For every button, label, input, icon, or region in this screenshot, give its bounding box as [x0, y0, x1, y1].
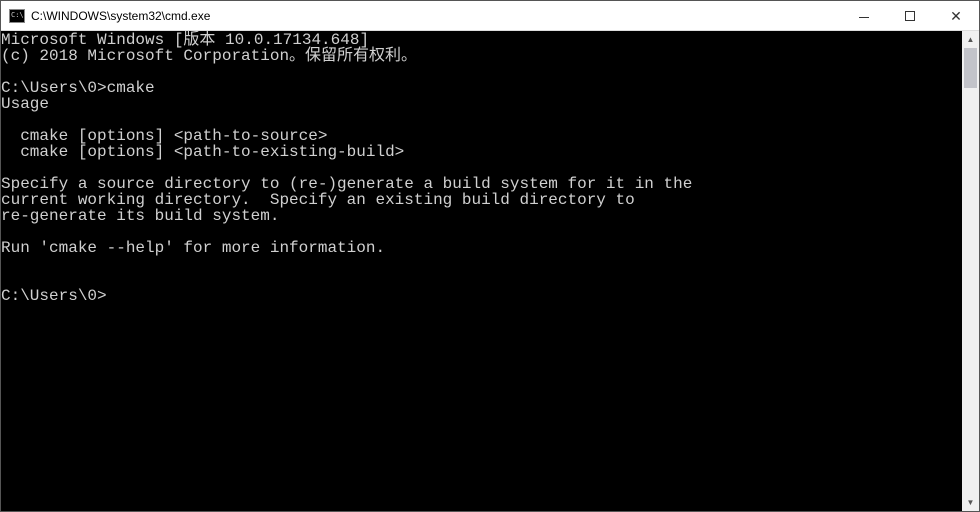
window-title: C:\WINDOWS\system32\cmd.exe	[31, 9, 210, 23]
console-output[interactable]: Microsoft Windows [版本 10.0.17134.648] (c…	[1, 31, 962, 511]
maximize-button[interactable]	[887, 1, 933, 31]
scroll-track[interactable]	[962, 48, 979, 494]
scroll-down-button[interactable]: ▼	[962, 494, 979, 511]
cmd-icon	[9, 9, 25, 23]
close-button[interactable]: ✕	[933, 1, 979, 31]
window-titlebar[interactable]: C:\WINDOWS\system32\cmd.exe ✕	[1, 1, 979, 31]
scroll-up-button[interactable]: ▲	[962, 31, 979, 48]
scroll-thumb[interactable]	[964, 48, 977, 88]
client-area: Microsoft Windows [版本 10.0.17134.648] (c…	[1, 31, 979, 511]
vertical-scrollbar[interactable]: ▲ ▼	[962, 31, 979, 511]
minimize-button[interactable]	[841, 1, 887, 31]
